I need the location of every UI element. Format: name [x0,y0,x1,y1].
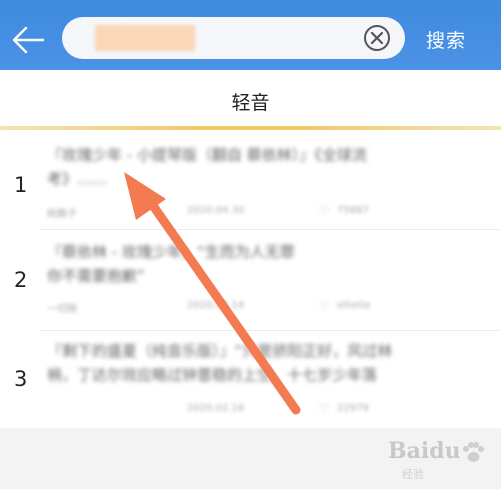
search-header: 搜索 [0,0,501,70]
list-item[interactable]: 3 『剩下的盛夏（纯音乐版）』“只是骄阳正好，风过林 梢，丁达尔效应略过钟薏稳的… [0,331,501,427]
result-author: 桃飘子 [47,209,77,220]
result-date: 2020.04.30 [187,205,245,216]
result-index: 1 [14,173,28,197]
list-item[interactable]: 1 『玫瑰少年 - 小提琴版（翻自 蔡依林）』《全球流 考》…… 桃飘子 202… [0,135,501,230]
result-title-line: 考》…… [47,170,108,188]
list-item[interactable]: 2 『蔡依林 - 玫瑰少年』“生而为人无罪 你不需要抱歉” 一切随 2020.0… [0,230,501,330]
result-title: 『玫瑰少年 - 小提琴版（翻自 蔡依林）』《全球流 考》…… [47,143,467,191]
result-title-line: 梢，丁达尔效应略过钟薏稳的上空，十七岁少年落 [47,366,378,384]
result-title-line: 『剩下的盛夏（纯音乐版）』“只是骄阳正好，风过林 [47,342,393,360]
result-date: 2020.02.16 [187,403,245,414]
result-meta: 桃飘子 2020.04.30 ♡ 75887 [47,204,467,221]
search-box[interactable] [62,17,405,59]
heart-icon: ♡ [319,402,330,416]
watermark-subtext: 经验 [402,468,424,481]
result-index: 3 [14,367,28,391]
result-meta: 2020.02.16 ♡ 22979 [47,402,467,419]
tab-qingyin[interactable]: 轻音 [0,88,501,115]
result-date: 2020.05.14 [187,300,245,311]
redacted-search-query [95,25,195,51]
clear-circle-x-icon[interactable] [363,24,391,52]
result-like-count: sthelia [337,300,371,311]
result-author: 一切随 [47,304,77,315]
search-submit-button[interactable]: 搜索 [426,26,466,53]
back-button[interactable] [8,22,48,58]
result-like-count: 75887 [337,205,369,216]
result-title: 『蔡依林 - 玫瑰少年』“生而为人无罪 你不需要抱歉” [47,240,467,288]
result-title-line: 『玫瑰少年 - 小提琴版（翻自 蔡依林）』《全球流 [47,146,367,164]
result-title-line: 你不需要抱歉” [47,267,145,285]
result-index: 2 [14,268,28,292]
watermark-text: Baidu [388,438,461,464]
result-title: 『剩下的盛夏（纯音乐版）』“只是骄阳正好，风过林 梢，丁达尔效应略过钟薏稳的上空… [47,339,467,387]
tab-underline [0,126,501,130]
back-arrow-icon [12,26,45,54]
baidu-watermark: Baidu 经验 [360,436,490,484]
result-title-line: 『蔡依林 - 玫瑰少年』“生而为人无罪 [47,243,295,261]
result-like-count: 22979 [337,403,369,414]
paw-icon [463,442,484,462]
heart-icon: ♡ [319,204,330,218]
heart-icon: ♡ [319,299,330,313]
tab-bar: 轻音 [0,70,501,130]
result-meta: 一切随 2020.05.14 ♡ sthelia [47,299,467,316]
